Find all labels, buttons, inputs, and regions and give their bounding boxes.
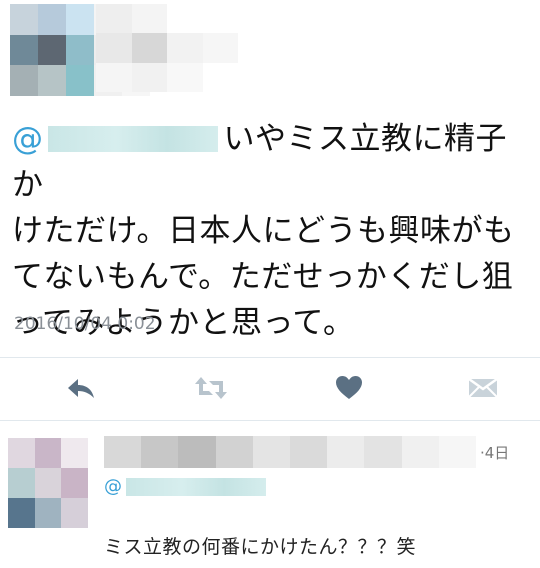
retweet-button[interactable] [194, 373, 228, 403]
mention-prefix[interactable]: @ [12, 121, 44, 157]
direct-message-button[interactable] [466, 373, 500, 403]
reply-icon [68, 379, 94, 398]
reply-mention[interactable]: @ [104, 476, 272, 497]
mention-username-blurred[interactable] [47, 126, 218, 152]
mention-username-blurred [126, 477, 266, 496]
like-button[interactable] [332, 373, 366, 403]
divider [0, 420, 540, 421]
reply-timestamp: ·4日 [480, 444, 510, 462]
tweet-line-3: てないもんで。ただせっかくだし狙 [12, 259, 514, 295]
tweet-line-1: @ いやミス立教に精子か [12, 116, 532, 208]
user-name-blurred [96, 4, 238, 92]
reply-text: ミス立教の何番にかけたん？？？笑 [104, 536, 417, 558]
divider [0, 357, 540, 358]
reply-avatar[interactable] [8, 438, 88, 528]
mention-prefix: @ [104, 476, 122, 497]
timestamp: 2016/10/04 0:02 [14, 314, 156, 334]
heart-icon [336, 376, 362, 399]
tweet-line-2: けただけ。日本人にどうも興味がも [12, 213, 515, 249]
reply-button[interactable] [64, 373, 98, 403]
action-bar [0, 365, 540, 411]
reply-user-name-blurred [104, 436, 476, 468]
retweet-icon [195, 377, 227, 399]
tweet-text: @ いやミス立教に精子か けただけ。日本人にどうも興味がも てないもんで。ただせっ… [12, 116, 532, 346]
envelope-icon [468, 377, 498, 398]
